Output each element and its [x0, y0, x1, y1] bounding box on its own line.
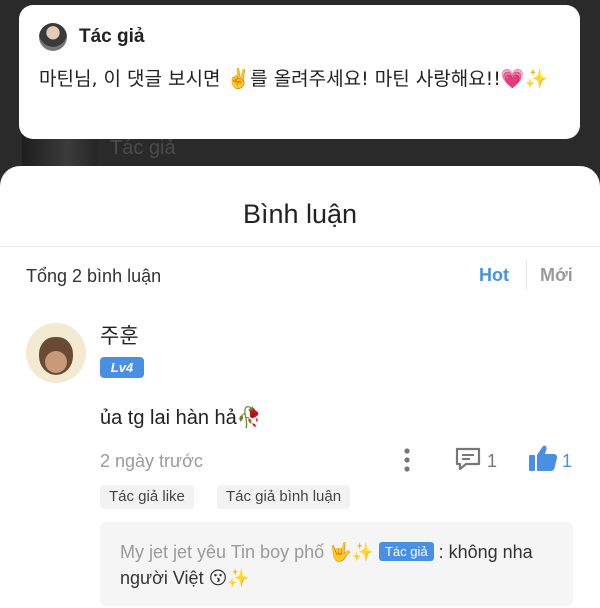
author-badge: Tác giả [378, 542, 434, 561]
author-like-tag: Tác giả like [100, 485, 194, 509]
author-header: Tác giả [39, 23, 560, 51]
comment-text: ủa tg lai hàn hả🥀 [100, 407, 262, 429]
reply-preview[interactable]: My jet jet yêu Tin boy phố 🤟✨ Tác giả : … [100, 522, 573, 606]
author-message: 마틴님, 이 댓글 보시면 ✌️를 올려주세요! 마틴 사랑해요!!💗✨ [39, 68, 549, 90]
like-count: 1 [562, 451, 573, 471]
author-comment-card: Tác giả 마틴님, 이 댓글 보시면 ✌️를 올려주세요! 마틴 사랑해요… [19, 5, 580, 139]
comment-total: Tổng 2 bình luận [26, 266, 162, 286]
reply-count: 1 [487, 451, 498, 471]
divider [0, 246, 600, 247]
more-vertical-icon[interactable] [399, 447, 415, 473]
comment-time: 2 ngày trước [100, 451, 203, 471]
sheet-title: Bình luận [242, 199, 358, 229]
commenter-name[interactable]: 주훈 [100, 320, 139, 350]
sort-new-tab[interactable]: Mới [540, 265, 573, 286]
author-avatar[interactable] [39, 23, 67, 51]
comment-icon[interactable] [454, 446, 482, 472]
sort-separator [526, 260, 527, 290]
commenter-avatar[interactable] [26, 323, 86, 383]
comments-sheet: Bình luận Tổng 2 bình luận Hot Mới 주훈 Lv… [0, 166, 600, 608]
thumbs-up-icon[interactable] [528, 444, 558, 472]
reply-username[interactable]: My jet jet yêu Tin boy phố 🤟✨ [120, 542, 374, 562]
author-name[interactable]: Tác giả [79, 26, 144, 48]
author-reply-tag: Tác giả bình luận [217, 485, 351, 509]
sort-hot-tab[interactable]: Hot [479, 265, 509, 286]
background-author-label: Tác giả [110, 136, 176, 159]
level-badge: Lv4 [100, 357, 144, 378]
